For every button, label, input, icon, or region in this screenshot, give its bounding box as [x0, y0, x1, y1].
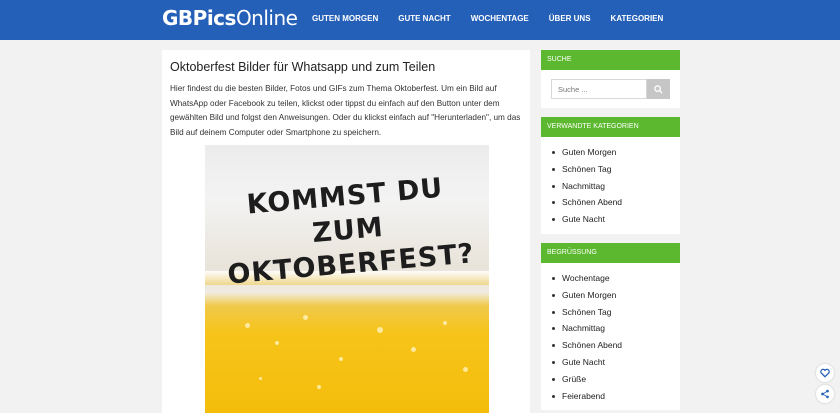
share-button[interactable]: [816, 385, 834, 403]
bubble: [275, 341, 279, 345]
list-item[interactable]: Schönen Abend: [551, 194, 680, 211]
logo-part-bold: GBPics: [162, 6, 236, 30]
bubble: [303, 315, 308, 320]
nav-item-gute-nacht[interactable]: GUTE NACHT: [398, 14, 450, 23]
bubble: [259, 377, 262, 380]
bubble: [411, 347, 416, 352]
greeting-list: Wochentage Guten Morgen Schönen Tag Nach…: [541, 263, 680, 410]
list-item[interactable]: Schönen Tag: [551, 161, 680, 178]
list-item[interactable]: Nachmittag: [551, 178, 680, 195]
bubble: [339, 357, 343, 361]
bubble: [377, 327, 383, 333]
bubble: [443, 321, 447, 325]
list-item[interactable]: Wochentage: [551, 270, 680, 287]
greeting-title: BEGRÜSSUNG: [541, 242, 680, 263]
favorite-button[interactable]: [816, 364, 834, 382]
oktoberfest-image[interactable]: KOMMST DU ZUM OKTOBERFEST?: [205, 145, 489, 413]
related-categories-widget: VERWANDTE KATEGORIEN Guten Morgen Schöne…: [541, 117, 680, 234]
search-widget: SUCHE: [541, 50, 680, 108]
logo-part-light: Online: [235, 6, 298, 30]
search-icon: [654, 84, 663, 94]
site-logo[interactable]: GBPicsOnline: [162, 6, 298, 30]
intro-text: Hier findest du die besten Bilder, Fotos…: [170, 84, 521, 137]
list-item[interactable]: Gute Nacht: [551, 354, 680, 371]
heart-icon: [820, 368, 830, 378]
related-categories-list: Guten Morgen Schönen Tag Nachmittag Schö…: [541, 137, 680, 234]
list-item[interactable]: Schönen Tag: [551, 304, 680, 321]
nav-item-kategorien[interactable]: KATEGORIEN: [611, 14, 664, 23]
related-categories-title: VERWANDTE KATEGORIEN: [541, 117, 680, 137]
list-item[interactable]: Guten Morgen: [551, 144, 680, 161]
share-icon: [821, 389, 829, 399]
greeting-widget: BEGRÜSSUNG Wochentage Guten Morgen Schön…: [541, 242, 680, 411]
nav-item-guten-morgen[interactable]: GUTEN MORGEN: [312, 14, 378, 23]
bubble: [317, 385, 321, 389]
main-nav: GUTEN MORGEN GUTE NACHT WOCHENTAGE ÜBER …: [312, 14, 683, 23]
bubble: [463, 367, 468, 372]
site-header: GBPicsOnline GUTEN MORGEN GUTE NACHT WOC…: [0, 0, 840, 40]
nav-item-wochentage[interactable]: WOCHENTAGE: [471, 14, 529, 23]
search-form: [541, 70, 680, 108]
search-button[interactable]: [647, 79, 670, 99]
page-title: Oktoberfest Bilder für Whatsapp und zum …: [170, 60, 436, 74]
search-widget-title: SUCHE: [541, 50, 680, 70]
main-content: Oktoberfest Bilder für Whatsapp und zum …: [162, 50, 530, 413]
bubble: [245, 323, 250, 328]
list-item[interactable]: Grüße: [551, 371, 680, 388]
list-item[interactable]: Schönen Abend: [551, 337, 680, 354]
list-item[interactable]: Gute Nacht: [551, 211, 680, 228]
list-item[interactable]: Nachmittag: [551, 320, 680, 337]
list-item[interactable]: Guten Morgen: [551, 287, 680, 304]
nav-item-ueber-uns[interactable]: ÜBER UNS: [549, 14, 591, 23]
list-item[interactable]: Feierabend: [551, 388, 680, 405]
image-caption: KOMMST DU ZUM OKTOBERFEST?: [226, 172, 476, 291]
sidebar: SUCHE VERWANDTE KATEGORIEN Guten Morgen …: [541, 50, 680, 413]
search-input[interactable]: [551, 79, 647, 99]
